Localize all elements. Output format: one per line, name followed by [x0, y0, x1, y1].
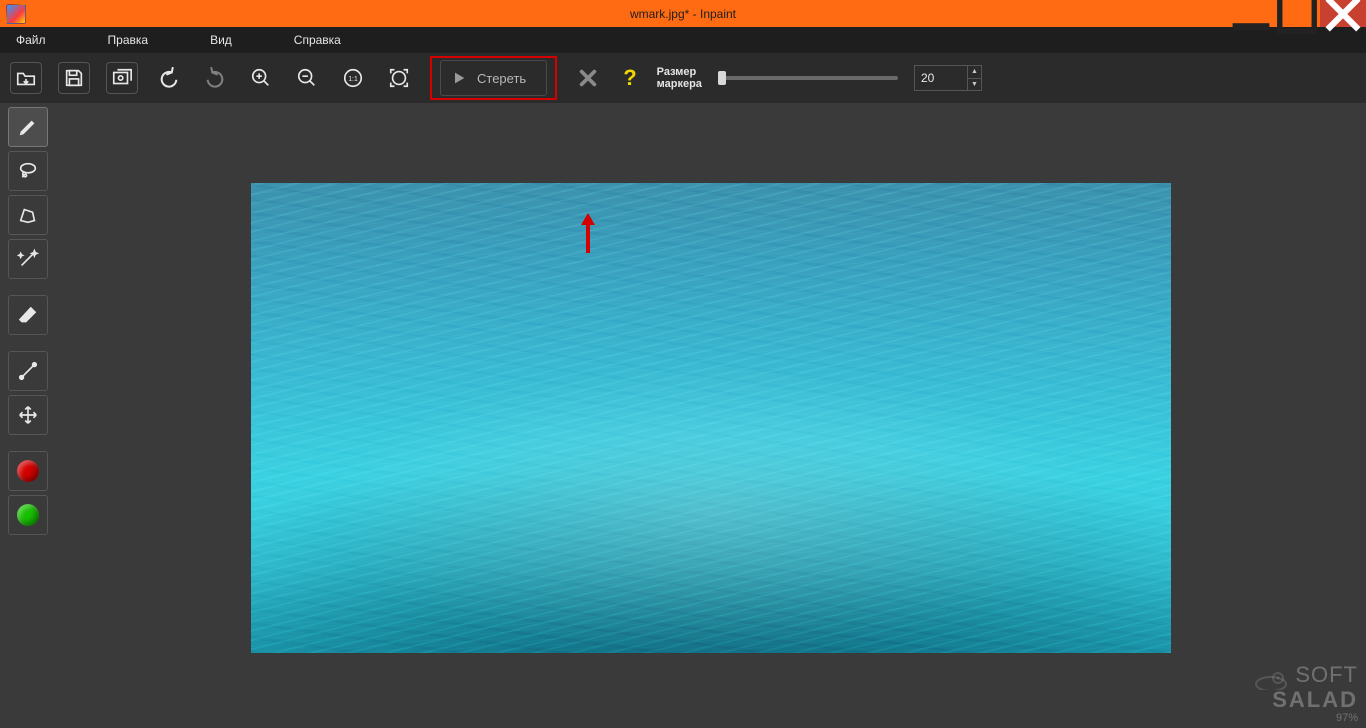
erase-highlight: Стереть	[430, 56, 557, 100]
zoom-actual-button[interactable]: 1:1	[338, 63, 368, 93]
marker-size-slider[interactable]	[718, 76, 898, 80]
canvas-area	[55, 103, 1366, 728]
toolbar: 1:1 Стереть ? Размер маркера ▲ ▼	[0, 53, 1366, 104]
erase-button[interactable]: Стереть	[440, 60, 547, 96]
zoom-in-button[interactable]	[246, 63, 276, 93]
tool-polygon[interactable]	[8, 195, 48, 235]
menu-file[interactable]: Файл	[4, 29, 58, 51]
menu-help[interactable]: Справка	[282, 29, 353, 51]
spinner-down[interactable]: ▼	[967, 79, 981, 91]
zoom-fit-button[interactable]	[384, 63, 414, 93]
erase-label: Стереть	[477, 71, 526, 86]
color-red[interactable]	[8, 451, 48, 491]
watermark-icon	[1254, 668, 1288, 690]
tool-marker[interactable]	[8, 107, 48, 147]
menu-edit[interactable]: Правка	[96, 29, 161, 51]
tool-lasso[interactable]	[8, 151, 48, 191]
spinner-up[interactable]: ▲	[967, 66, 981, 79]
watermark-line1: SOFT	[1295, 662, 1358, 687]
redo-button[interactable]	[200, 63, 230, 93]
color-green[interactable]	[8, 495, 48, 535]
annotation-arrow-icon	[578, 211, 598, 255]
tool-magic-wand[interactable]	[8, 239, 48, 279]
tool-line[interactable]	[8, 351, 48, 391]
workspace	[0, 103, 1366, 728]
help-button[interactable]: ?	[619, 65, 640, 91]
cancel-button[interactable]	[573, 63, 603, 93]
menubar: Файл Правка Вид Справка	[0, 27, 1366, 53]
svg-text:1:1: 1:1	[348, 76, 358, 83]
window-title: wmark.jpg* - Inpaint	[0, 7, 1366, 21]
undo-button[interactable]	[154, 63, 184, 93]
tool-move[interactable]	[8, 395, 48, 435]
menu-view[interactable]: Вид	[198, 29, 244, 51]
watermark-pct: 97%	[1254, 712, 1358, 724]
open-button[interactable]	[10, 62, 42, 94]
marker-size-spinner[interactable]: ▲ ▼	[914, 65, 982, 91]
zoom-out-button[interactable]	[292, 63, 322, 93]
marker-size-input[interactable]	[915, 66, 967, 90]
play-icon	[451, 70, 467, 86]
tool-eraser[interactable]	[8, 295, 48, 335]
slider-thumb[interactable]	[718, 71, 726, 85]
save-button[interactable]	[58, 62, 90, 94]
watermark: SOFT SALAD 97%	[1254, 665, 1358, 724]
titlebar: wmark.jpg* - Inpaint	[0, 0, 1366, 27]
watermark-line2: SALAD	[1254, 690, 1358, 710]
sidebar	[0, 103, 55, 728]
canvas-image[interactable]	[251, 183, 1171, 653]
batch-button[interactable]	[106, 62, 138, 94]
marker-size-label: Размер маркера	[657, 66, 702, 90]
